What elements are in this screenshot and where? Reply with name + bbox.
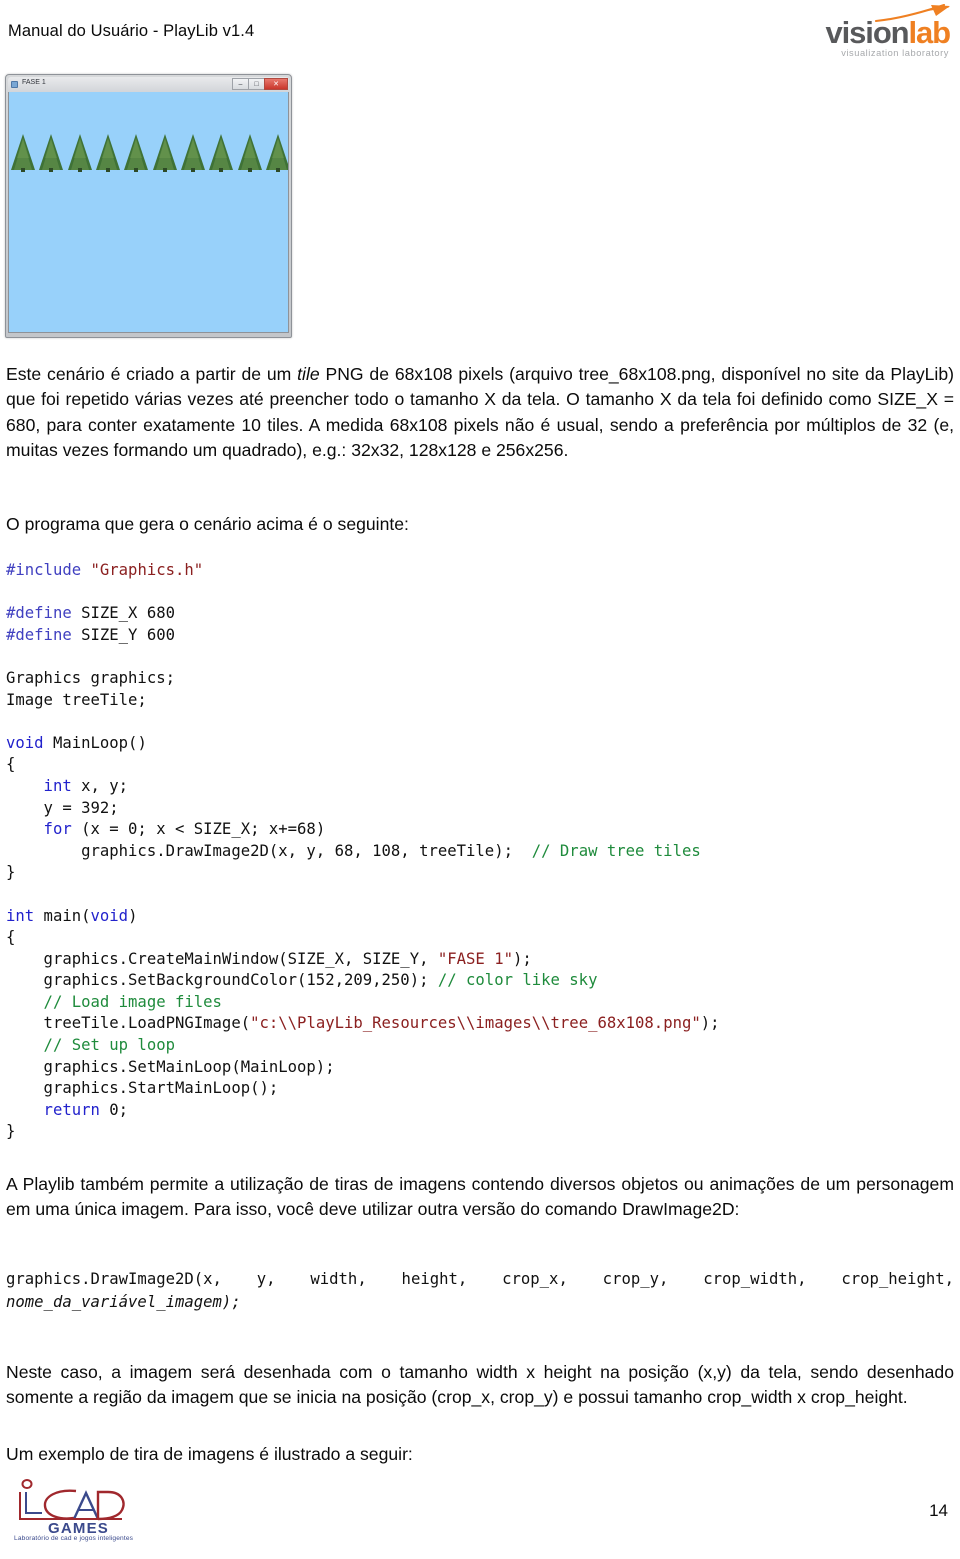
code-define2-keyword: #define [6, 625, 72, 644]
code-loadpng-b: ); [700, 1014, 720, 1033]
code-int-keyword: int [6, 776, 72, 795]
code-setbgcolor-comment: // color like sky [437, 971, 598, 990]
code-close-brace-2: } [6, 1122, 16, 1141]
code-open-brace-1: { [6, 755, 16, 774]
code-createwindow-b: ); [512, 949, 532, 968]
code-return-rest: 0; [99, 1100, 129, 1119]
tree-tile [235, 132, 263, 172]
p1-part-a: Este cenário é criado a partir de um [6, 364, 298, 384]
code-define2-rest: SIZE_Y 600 [71, 625, 175, 644]
icad-games-logo: GAMES Laboratório de cad e jogos intelig… [12, 1475, 152, 1547]
code-comment-load: // Load image files [6, 992, 222, 1011]
icad-logo-icon: GAMES [19, 1479, 125, 1537]
maximize-button: □ [248, 78, 264, 90]
code-loadpng-a: treeTile.LoadPNGImage( [6, 1014, 251, 1033]
icad-logo-subtitle: Laboratório de cad e jogos inteligentes [14, 1535, 134, 1542]
app-window-screenshot: FASE 1 – □ ✕ [5, 74, 292, 338]
code-startmainloop: graphics.StartMainLoop(); [6, 1079, 279, 1098]
code-loadpng-path: "c:\\PlayLib_Resources\\images\\tree_68x… [250, 1014, 701, 1033]
document-page: Manual do Usuário - PlayLib v1.4 visionl… [0, 0, 960, 1559]
visionlab-logo: visionlab visualization laboratory [768, 4, 954, 58]
minimize-button: – [232, 78, 248, 90]
code-signature-drawimage2d: graphics.DrawImage2D(x, y, width, height… [6, 1268, 954, 1313]
minimize-icon: – [238, 81, 243, 88]
window-title-bar: FASE 1 – □ ✕ [8, 77, 289, 92]
close-button: ✕ [264, 78, 288, 90]
paragraph-scenario-description: Este cenário é criado a partir de um til… [6, 362, 954, 464]
code-define1-keyword: #define [6, 604, 72, 623]
code-block-listing: #include "Graphics.h" #define SIZE_X 680… [6, 560, 954, 1143]
visionlab-subtitle: visualization laboratory [841, 48, 949, 58]
window-app-icon [11, 81, 18, 88]
logo-word-lab: lab [908, 15, 952, 50]
code-comment-setup: // Set up loop [6, 1036, 175, 1055]
maximize-icon: □ [254, 81, 259, 88]
code-int-vars: x, y; [71, 776, 129, 795]
tree-tile [150, 132, 178, 172]
code-main-end: ) [128, 906, 138, 925]
code-drawimage-call: graphics.DrawImage2D(x, y, 68, 108, tree… [6, 841, 532, 860]
code-include-string: "Graphics.h" [81, 561, 204, 579]
code-main-mid: main( [34, 906, 91, 925]
code-define1-rest: SIZE_X 680 [71, 604, 175, 623]
code-void-keyword: void [6, 733, 44, 752]
code-for-keyword: for [6, 820, 72, 839]
code-close-brace-1: } [6, 863, 16, 882]
visionlab-wordmark: visionlab [825, 15, 952, 50]
window-title-text: FASE 1 [22, 79, 46, 86]
code-signature-line2: nome_da_variável_imagem); [6, 1292, 241, 1311]
tree-tile [9, 132, 37, 172]
page-number: 14 [929, 1501, 948, 1520]
code-int-main-keyword: int [6, 906, 35, 925]
page-header: Manual do Usuário - PlayLib v1.4 visionl… [0, 0, 960, 62]
logo-word-vision: vision [825, 15, 910, 50]
close-icon: ✕ [273, 81, 279, 88]
code-setmainloop: graphics.SetMainLoop(MainLoop); [6, 1057, 335, 1076]
code-setbgcolor: graphics.SetBackgroundColor(152,209,250)… [6, 971, 438, 990]
paragraph-sprite-strips: A Playlib também permite a utilização de… [6, 1174, 954, 1220]
paragraph-crop-explanation: Neste caso, a imagem será desenhada com … [6, 1362, 954, 1408]
tree-tile-row [9, 132, 288, 172]
paragraph-example-intro: Um exemplo de tira de imagens é ilustrad… [6, 1444, 413, 1464]
tree-tile [94, 132, 122, 172]
tree-tile [66, 132, 94, 172]
tree-tile [37, 132, 65, 172]
window-controls: – □ ✕ [232, 78, 288, 90]
code-decl-image: Image treeTile; [6, 690, 147, 709]
p1-italic-tile: tile [297, 364, 320, 384]
paragraph-program-intro: O programa que gera o cenário acima é o … [6, 514, 409, 534]
code-open-brace-2: { [6, 928, 16, 947]
tree-tile [122, 132, 150, 172]
code-draw-comment: // Draw tree tiles [531, 841, 701, 860]
code-createwindow-a: graphics.CreateMainWindow(SIZE_X, SIZE_Y… [6, 949, 438, 968]
code-createwindow-title: "FASE 1" [437, 949, 513, 968]
game-canvas [8, 92, 289, 333]
code-decl-graphics: Graphics graphics; [6, 668, 175, 687]
tree-tile [207, 132, 235, 172]
code-return-keyword: return [6, 1100, 100, 1119]
code-for-rest: (x = 0; x < SIZE_X; x+=68) [71, 820, 326, 839]
code-include-keyword: #include [6, 561, 82, 579]
code-y-assign: y = 392; [6, 798, 119, 817]
header-title: Manual do Usuário - PlayLib v1.4 [8, 22, 255, 40]
code-signature-line1: graphics.DrawImage2D(x, y, width, height… [6, 1270, 954, 1288]
code-main-void-keyword: void [90, 906, 129, 925]
page-footer: GAMES Laboratório de cad e jogos intelig… [0, 1467, 960, 1559]
tree-tile [264, 132, 288, 172]
tree-tile [179, 132, 207, 172]
code-mainloop-sig: MainLoop() [43, 733, 147, 752]
